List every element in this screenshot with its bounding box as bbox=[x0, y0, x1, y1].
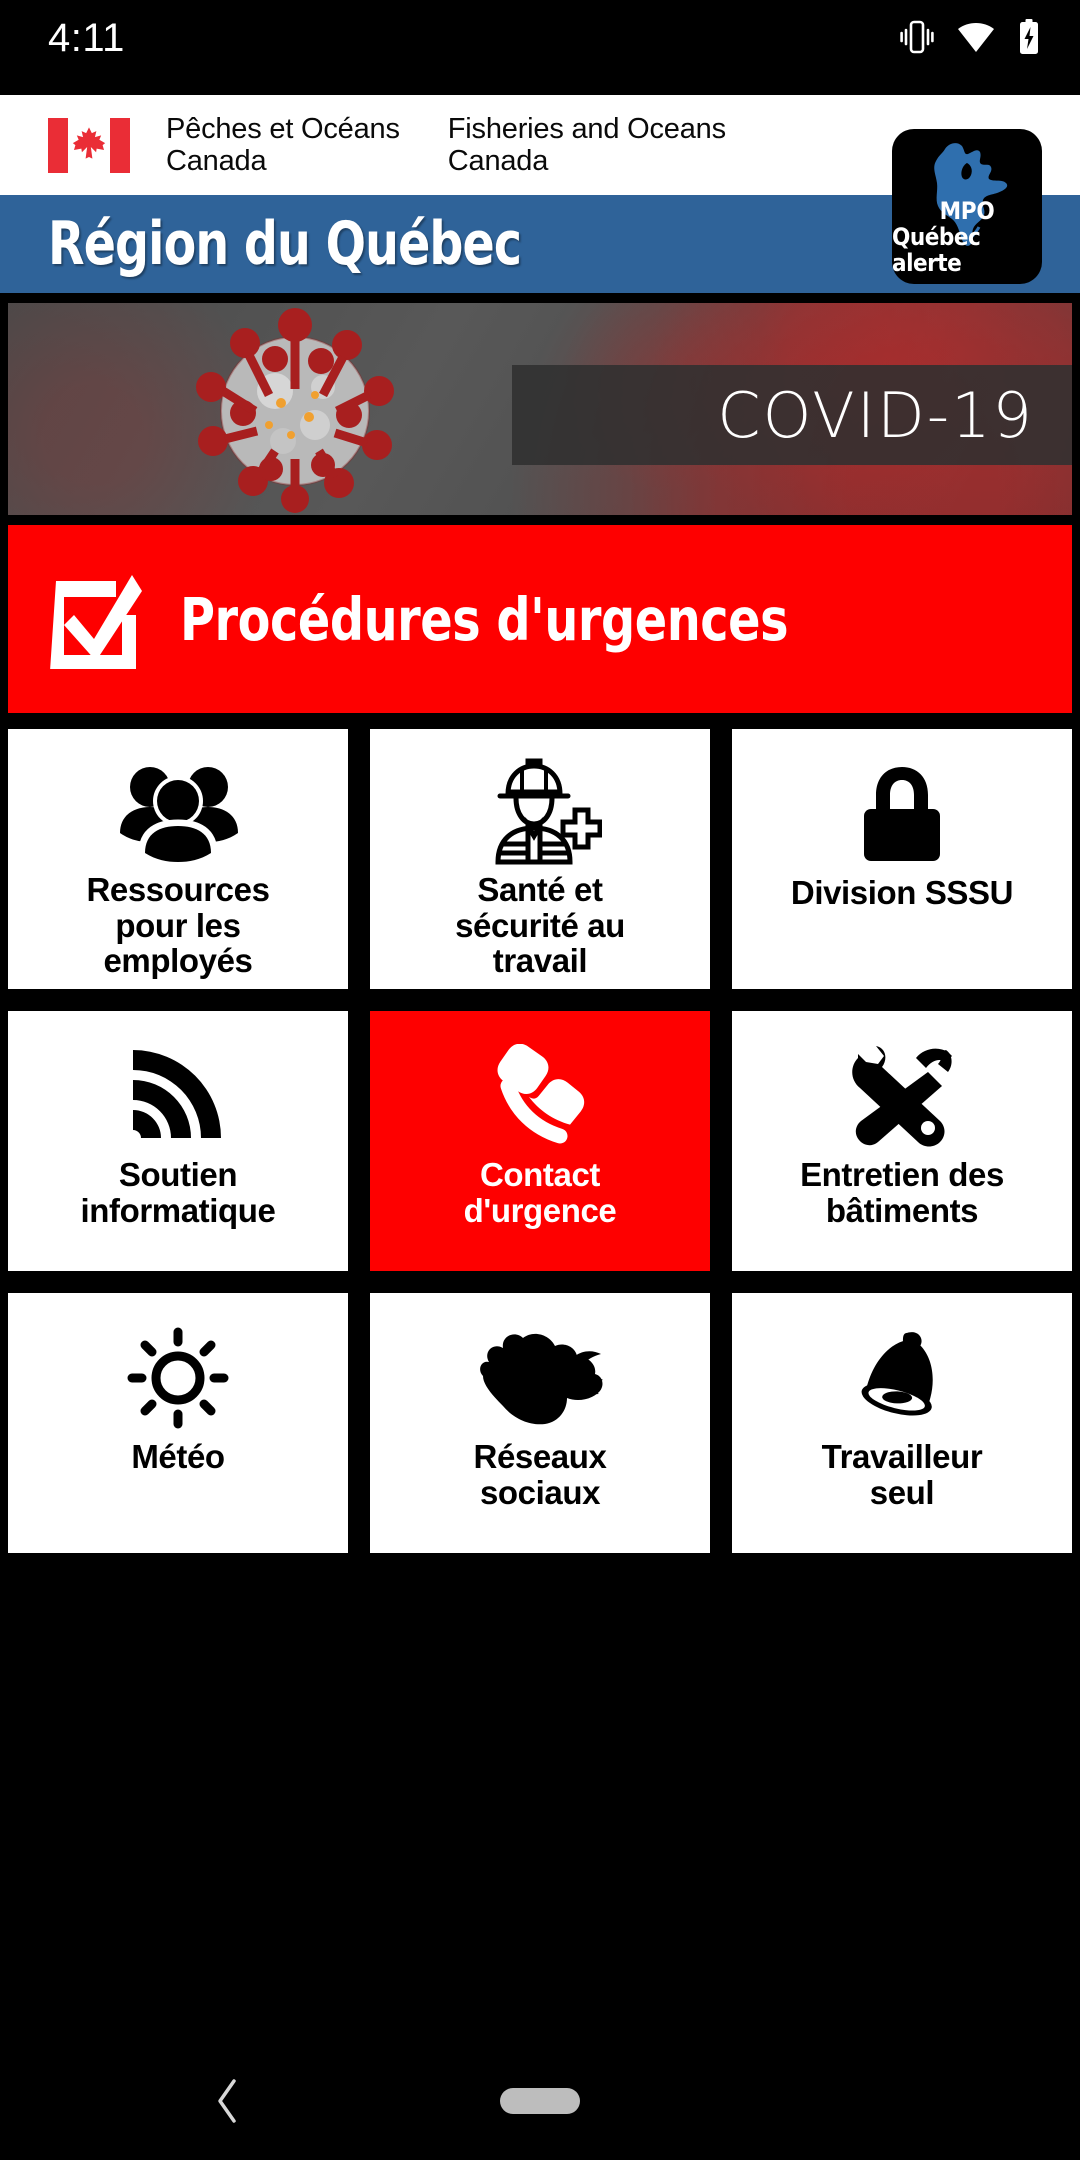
maple-leaf-shape bbox=[72, 127, 106, 159]
tile-health-safety[interactable]: Santé et sécurité au travail bbox=[370, 729, 710, 989]
status-bar: 4:11 bbox=[0, 0, 1080, 95]
bell-icon bbox=[848, 1319, 956, 1437]
checkbox-checked-icon bbox=[50, 575, 142, 669]
home-pill-icon[interactable] bbox=[500, 2088, 580, 2114]
signature-french: Pêches et Océans Canada bbox=[166, 112, 400, 177]
tile-it-support[interactable]: Soutien informatique bbox=[8, 1011, 348, 1271]
system-navigation-bar bbox=[0, 2042, 1080, 2160]
status-time: 4:11 bbox=[48, 16, 125, 60]
signal-waves-icon bbox=[123, 1037, 233, 1155]
wrench-hammer-icon bbox=[842, 1037, 962, 1155]
tile-label: Travailleur seul bbox=[821, 1438, 983, 1511]
covid-label: COVID-19 bbox=[717, 378, 1034, 452]
tile-building-maintenance[interactable]: Entretien des bâtiments bbox=[732, 1011, 1072, 1271]
phone-handset-icon bbox=[482, 1037, 598, 1155]
people-group-icon bbox=[112, 755, 244, 870]
badge-line-1: MPO bbox=[939, 197, 995, 225]
tile-lone-worker[interactable]: Travailleur seul bbox=[732, 1293, 1072, 1553]
wifi-icon bbox=[958, 23, 994, 52]
padlock-icon bbox=[850, 755, 954, 873]
tile-employee-resources[interactable]: Ressources pour les employés bbox=[8, 729, 348, 989]
tile-label: Division SSSU bbox=[790, 874, 1014, 911]
tile-label: Santé et sécurité au travail bbox=[455, 871, 625, 980]
battery-charging-icon bbox=[1020, 19, 1038, 54]
canada-flag-icon bbox=[48, 117, 130, 173]
covid-hero-banner[interactable]: COVID-19 bbox=[8, 303, 1072, 515]
tile-social-networks[interactable]: Réseaux sociaux bbox=[370, 1293, 710, 1553]
app-logo-badge[interactable]: MPO Québec alerte bbox=[892, 129, 1042, 284]
government-signature-header: Pêches et Océans Canada Fisheries and Oc… bbox=[0, 95, 1080, 284]
tile-weather[interactable]: Météo bbox=[8, 1293, 348, 1553]
emergency-procedures-label: Procédures d'urgences bbox=[180, 584, 789, 654]
signature-english: Fisheries and Oceans Canada bbox=[447, 112, 726, 177]
status-icon-group bbox=[900, 18, 1040, 56]
tile-label: Entretien des bâtiments bbox=[800, 1156, 1004, 1229]
worker-health-icon bbox=[478, 755, 602, 870]
menu-grid: Ressources pour les employés Santé et sé… bbox=[8, 729, 1072, 1553]
tile-division-sssu[interactable]: Division SSSU bbox=[732, 729, 1072, 989]
twitter-bird-icon bbox=[475, 1319, 605, 1437]
vibrate-icon bbox=[900, 20, 934, 54]
page-title: Région du Québec bbox=[48, 209, 522, 279]
signature-wordmark: Pêches et Océans Canada Fisheries and Oc… bbox=[166, 113, 726, 178]
badge-line-2: Québec alerte bbox=[892, 223, 981, 277]
sun-icon bbox=[126, 1319, 230, 1437]
tile-label: Soutien informatique bbox=[80, 1156, 276, 1229]
tile-label: Réseaux sociaux bbox=[473, 1438, 607, 1511]
tile-label: Météo bbox=[131, 1438, 225, 1475]
tile-label: Contact d'urgence bbox=[463, 1156, 617, 1229]
coronavirus-icon bbox=[196, 308, 394, 513]
emergency-procedures-button[interactable]: Procédures d'urgences bbox=[8, 525, 1072, 713]
tile-emergency-contact[interactable]: Contact d'urgence bbox=[370, 1011, 710, 1271]
covid-label-box: COVID-19 bbox=[512, 365, 1072, 465]
back-chevron-icon[interactable] bbox=[210, 2075, 244, 2127]
tile-label: Ressources pour les employés bbox=[86, 871, 270, 980]
